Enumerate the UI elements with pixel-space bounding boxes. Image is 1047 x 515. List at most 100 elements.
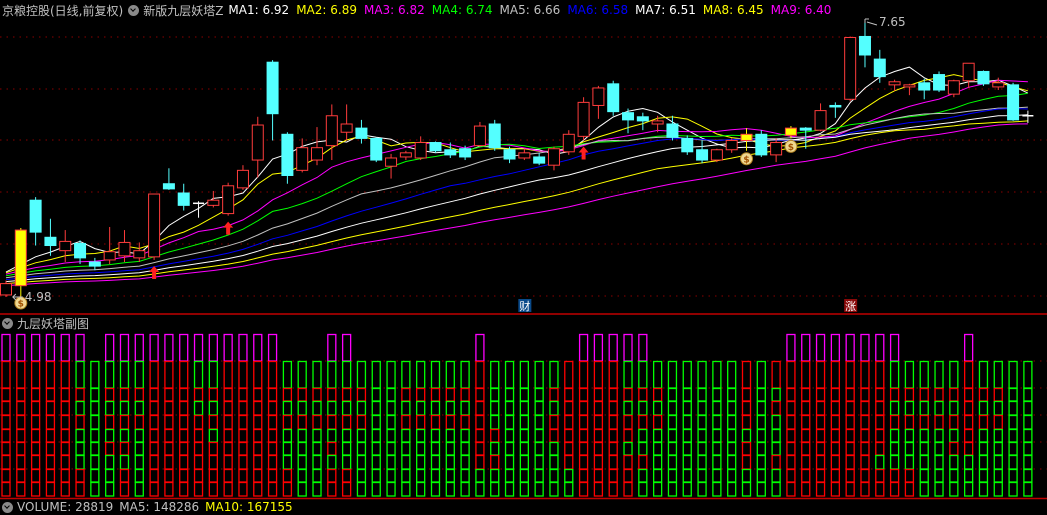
top-layer-box (341, 333, 352, 362)
layer-box (534, 360, 544, 389)
layer-box (356, 414, 367, 430)
layer-box (697, 481, 707, 497)
layer-column (238, 333, 248, 497)
layer-box (45, 360, 56, 389)
layer-box (519, 414, 529, 430)
candle-body (503, 149, 516, 160)
layer-column (801, 333, 811, 497)
layer-box (697, 387, 707, 402)
candle (311, 127, 324, 166)
candle (207, 190, 220, 208)
indicator-name[interactable]: 新版九层妖塔Z (143, 2, 223, 19)
layer-box (741, 400, 752, 416)
layer-box (297, 387, 307, 402)
layer-box (223, 360, 233, 389)
layer-box (282, 454, 293, 470)
layer-box (282, 468, 293, 483)
layer-column (519, 360, 529, 497)
candle-body (992, 82, 1005, 88)
volume-menu-icon[interactable] (2, 501, 13, 513)
layer-box (712, 387, 722, 402)
layer-box (238, 481, 248, 497)
sub-chart-title[interactable]: 九层妖塔副图 (17, 315, 89, 332)
top-layer-box (267, 333, 278, 362)
layer-box (149, 414, 159, 430)
indicator-menu-icon[interactable] (128, 4, 140, 16)
layer-box (164, 468, 174, 483)
layer-box (193, 441, 204, 456)
top-layer-box (801, 333, 811, 362)
layer-box (416, 468, 426, 483)
layer-box (549, 400, 559, 416)
candle-body (607, 83, 620, 113)
candle-body (518, 152, 531, 159)
high-price-pointer (864, 18, 878, 26)
layer-box (297, 468, 307, 483)
layer-box (904, 414, 915, 430)
svg-text:$: $ (788, 143, 794, 153)
layer-box (460, 468, 470, 483)
layer-box (756, 441, 766, 456)
layer-box (741, 454, 752, 470)
layer-box (934, 468, 944, 483)
layer-box (978, 481, 989, 497)
layer-box (519, 360, 529, 389)
layer-box (519, 481, 529, 497)
svg-text:$: $ (18, 300, 24, 310)
layer-box (638, 360, 648, 389)
chart-canvas[interactable]: $ $ $7.65 4.98 财 涨 (0, 0, 1047, 506)
candle-body (1007, 84, 1020, 121)
layer-box (889, 454, 900, 470)
candle (607, 80, 620, 116)
candle (547, 146, 560, 171)
layer-box (978, 468, 989, 483)
layer-box (416, 387, 426, 402)
layer-box (297, 441, 307, 456)
layer-box (179, 414, 189, 430)
candle (696, 140, 709, 164)
layer-box (267, 468, 278, 483)
layer-box (179, 428, 189, 443)
layer-box (223, 414, 233, 430)
layer-box (786, 414, 796, 430)
layer-box (327, 428, 337, 443)
layer-box (30, 360, 41, 389)
ma-legend: MA1: 6.92 MA2: 6.89 MA3: 6.82 MA4: 6.74 MA5:… (228, 3, 831, 17)
candle-body (814, 110, 827, 131)
sub-indicator-menu-icon[interactable] (2, 317, 13, 329)
layer-box (16, 414, 26, 430)
layer-box (875, 360, 885, 389)
layer-box (845, 360, 855, 389)
layer-column (45, 333, 56, 497)
layer-box (697, 428, 707, 443)
layer-box (223, 428, 233, 443)
layer-box (608, 400, 618, 416)
layer-box (267, 400, 278, 416)
layer-box (134, 387, 144, 402)
layer-box (741, 428, 752, 443)
layer-box (401, 428, 411, 443)
layer-box (445, 360, 455, 389)
layer-box (830, 360, 841, 389)
layer-box (371, 400, 381, 416)
layer-box (830, 428, 841, 443)
candle (636, 112, 649, 131)
candle (385, 153, 398, 179)
layer-box (652, 454, 663, 470)
candle-body (207, 199, 220, 206)
layer-box (1, 414, 11, 430)
candle-body (266, 61, 279, 115)
layer-box (460, 360, 470, 389)
layer-box (1023, 481, 1033, 497)
layer-box (149, 454, 159, 470)
layer-column (75, 333, 85, 497)
layer-box (149, 400, 159, 416)
layer-box (1, 428, 11, 443)
candle (844, 36, 857, 102)
candle-body (340, 123, 353, 133)
candlesticks[interactable] (0, 22, 1034, 298)
layer-box (993, 428, 1003, 443)
layer-box (638, 428, 648, 443)
candle (14, 228, 27, 298)
layer-box (623, 387, 633, 402)
